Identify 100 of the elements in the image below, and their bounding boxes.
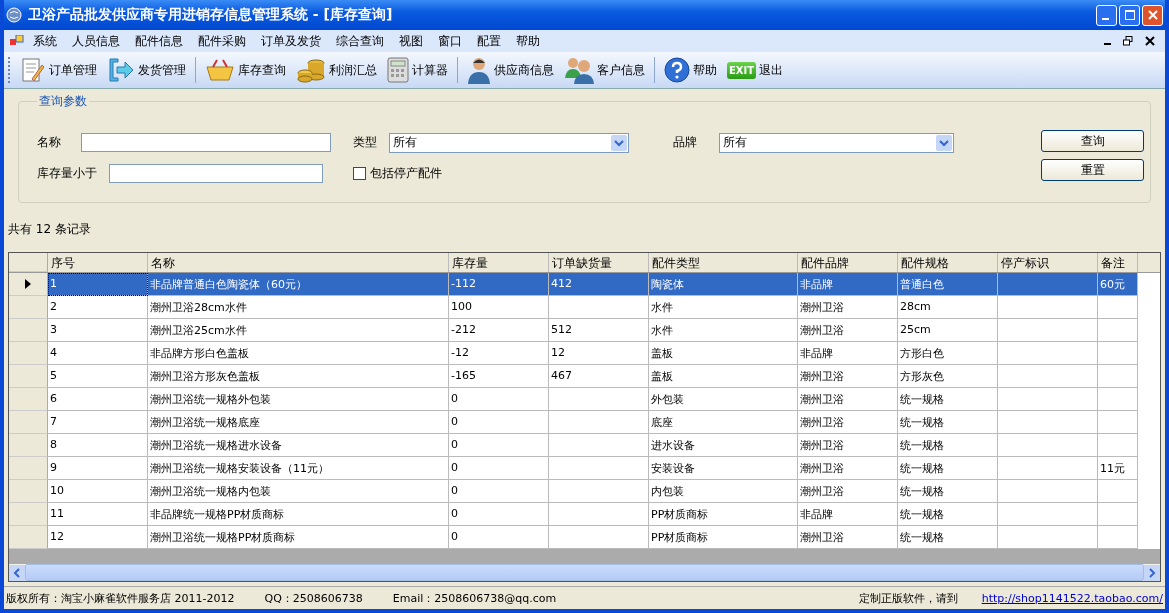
table-row[interactable]: 1 非品牌普通白色陶瓷体（60元） -112 412 陶瓷体 非品牌 普通白色 60元: [9, 273, 1160, 296]
table-cell: 潮州卫浴: [800, 301, 844, 314]
table-cell: 0: [451, 484, 458, 497]
menu-item[interactable]: 配件信息: [135, 32, 183, 50]
record-count: 共有 12 条记录: [8, 221, 92, 238]
table-row[interactable]: 5 潮州卫浴方形灰色盖板 -165 467 盖板 潮州卫浴 方形灰色: [9, 365, 1160, 388]
table-cell: 3: [50, 323, 57, 336]
menu-item[interactable]: 系统: [33, 32, 57, 50]
person-icon: [467, 56, 491, 84]
table-row[interactable]: 7 潮州卫浴统一规格底座 0 底座 潮州卫浴 统一规格: [9, 411, 1160, 434]
action-button[interactable]: 重置: [1041, 159, 1144, 181]
toolbar-button[interactable]: 发货管理: [104, 57, 189, 83]
close-icon: [1147, 10, 1158, 20]
people-icon: [564, 56, 594, 84]
table-cell: 统一规格: [900, 416, 944, 429]
column-header[interactable]: 配件类型: [649, 253, 798, 272]
table-row[interactable]: 2 潮州卫浴28cm水件 100 水件 潮州卫浴 28cm: [9, 296, 1160, 319]
table-row[interactable]: 4 非品牌方形白色盖板 -12 12 盖板 非品牌 方形白色: [9, 342, 1160, 365]
email-text: Email：2508606738@qq.com: [392, 590, 557, 606]
notepad-icon: [20, 57, 46, 83]
column-header[interactable]: 停产标识: [998, 253, 1098, 272]
action-button[interactable]: 查询: [1041, 130, 1144, 152]
menu-item[interactable]: 配件采购: [198, 32, 246, 50]
table-row[interactable]: 3 潮州卫浴25cm水件 -212 512 水件 潮州卫浴 25cm: [9, 319, 1160, 342]
table-row[interactable]: 8 潮州卫浴统一规格进水设备 0 进水设备 潮州卫浴 统一规格: [9, 434, 1160, 457]
column-header[interactable]: 配件规格: [898, 253, 998, 272]
table-cell: 潮州卫浴统一规格PP材质商标: [150, 531, 296, 544]
type-dropdown[interactable]: 所有: [389, 132, 629, 153]
table-row[interactable]: 10 潮州卫浴统一规格内包装 0 内包装 潮州卫浴 统一规格: [9, 480, 1160, 503]
maximize-button[interactable]: [1119, 4, 1140, 26]
toolbar-button[interactable]: 客户信息: [561, 56, 648, 84]
column-header[interactable]: 序号: [48, 253, 148, 272]
toolbar-button[interactable]: EXIT 退出: [724, 61, 787, 79]
name-input-field[interactable]: [81, 133, 331, 152]
column-header[interactable]: 配件品牌: [798, 253, 898, 272]
scroll-right-icon[interactable]: [1144, 564, 1160, 581]
table-cell: 水件: [651, 301, 673, 314]
shop-link[interactable]: http://shop1141522.taobao.com/: [981, 591, 1163, 605]
close-button[interactable]: [1142, 4, 1163, 26]
table-cell: 内包装: [651, 485, 684, 498]
menu-item[interactable]: 配置: [477, 32, 501, 50]
toolbar-button[interactable]: 利润汇总: [293, 57, 380, 83]
column-header[interactable]: 库存量: [449, 253, 549, 272]
table-cell: 潮州卫浴: [800, 462, 844, 475]
table-cell: 12: [551, 346, 565, 359]
table-cell: 467: [551, 369, 572, 382]
menu-item[interactable]: 帮助: [516, 32, 540, 50]
stock-input-field[interactable]: [109, 164, 323, 183]
window-icon: [10, 35, 24, 47]
table-cell: 5: [50, 369, 57, 382]
calculator-icon: [387, 57, 409, 83]
table-cell: 非品牌: [800, 347, 833, 360]
table-cell: 28cm: [900, 300, 931, 313]
restore-icon[interactable]: [1123, 36, 1133, 46]
table-cell: 潮州卫浴: [800, 370, 844, 383]
table-cell: -212: [451, 323, 476, 336]
table-cell: 非品牌普通白色陶瓷体（60元）: [150, 278, 307, 291]
table-cell: 潮州卫浴: [800, 439, 844, 452]
toolbar-button[interactable]: 供应商信息: [464, 56, 557, 84]
table-cell: 11: [50, 507, 64, 520]
toolbar-button[interactable]: 计算器: [384, 57, 451, 83]
menu-item[interactable]: 综合查询: [336, 32, 384, 50]
menu-item[interactable]: 窗口: [438, 32, 462, 50]
coins-icon: [296, 57, 326, 83]
table-row[interactable]: 11 非品牌统一规格PP材质商标 0 PP材质商标 非品牌 统一规格: [9, 503, 1160, 526]
toolbar-button[interactable]: 帮助: [661, 57, 720, 83]
column-header[interactable]: 订单缺货量: [549, 253, 649, 272]
column-header[interactable]: 备注: [1098, 253, 1138, 272]
table-cell: 0: [451, 392, 458, 405]
table-cell: 安装设备: [651, 462, 695, 475]
table-cell: 方形白色: [900, 347, 944, 360]
table-cell: 盖板: [651, 347, 673, 360]
field-label: 名称: [37, 134, 61, 151]
table-cell: 非品牌统一规格PP材质商标: [150, 508, 285, 521]
table-row[interactable]: 9 潮州卫浴统一规格安装设备（11元） 0 安装设备 潮州卫浴 统一规格 11元: [9, 457, 1160, 480]
table-row[interactable]: 6 潮州卫浴统一规格外包装 0 外包装 潮州卫浴 统一规格: [9, 388, 1160, 411]
minimize-button[interactable]: [1096, 4, 1117, 26]
menu-item[interactable]: 视图: [399, 32, 423, 50]
menu-item[interactable]: 订单及发货: [261, 32, 321, 50]
table-cell: 0: [451, 415, 458, 428]
table-cell: 潮州卫浴28cm水件: [150, 301, 247, 314]
brand-dropdown[interactable]: 所有: [719, 132, 954, 153]
column-header[interactable]: 名称: [148, 253, 449, 272]
table-cell: 512: [551, 323, 572, 336]
table-cell: 非品牌: [800, 508, 833, 521]
table-cell: 潮州卫浴方形灰色盖板: [150, 370, 260, 383]
menu-item[interactable]: 人员信息: [72, 32, 120, 50]
discontinued-checkbox[interactable]: 包括停产配件: [353, 163, 629, 184]
toolbar-button[interactable]: 库存查询: [202, 58, 289, 82]
maximize-icon: [1124, 10, 1135, 20]
field-label: 库存量小于: [37, 165, 97, 182]
table-cell: 潮州卫浴统一规格外包装: [150, 393, 271, 406]
table-cell: 2: [50, 300, 57, 313]
table-cell: 统一规格: [900, 462, 944, 475]
table-cell: 盖板: [651, 370, 673, 383]
qq-text: QQ：2508606738: [264, 590, 363, 606]
toolbar-button[interactable]: 订单管理: [17, 57, 100, 83]
scroll-left-icon[interactable]: [9, 564, 25, 581]
exit-icon: EXIT: [727, 61, 757, 79]
close-icon[interactable]: [1145, 36, 1155, 46]
